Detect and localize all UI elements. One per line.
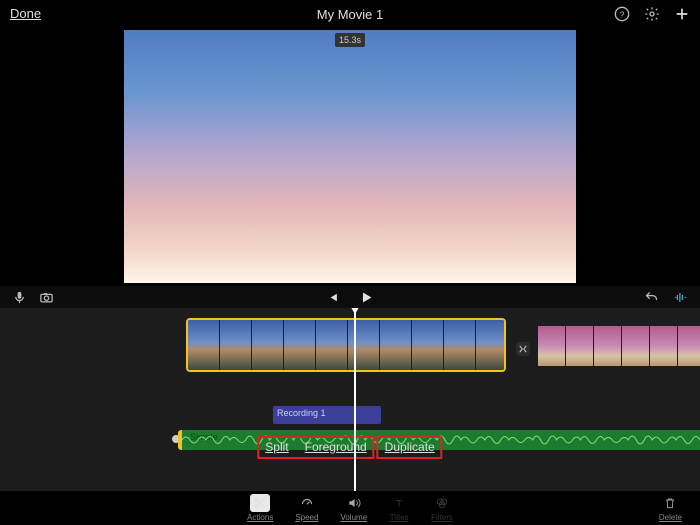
clip-thumb bbox=[412, 320, 444, 370]
transition-button[interactable] bbox=[516, 342, 530, 356]
timeline[interactable]: Recording 1 Simple Split Foreground Dupl… bbox=[0, 308, 700, 491]
done-button[interactable]: Done bbox=[10, 6, 41, 21]
clip-thumb bbox=[476, 320, 506, 370]
add-icon[interactable] bbox=[674, 6, 690, 22]
titles-label: Titles bbox=[390, 513, 409, 522]
camera-icon[interactable] bbox=[39, 290, 54, 305]
header: Done My Movie 1 ? bbox=[0, 0, 700, 28]
action-group-2: Duplicate bbox=[377, 436, 443, 459]
clip-thumb bbox=[444, 320, 476, 370]
clip-thumb bbox=[316, 320, 348, 370]
action-group-1: Split Foreground bbox=[257, 436, 374, 459]
video-preview[interactable] bbox=[124, 30, 576, 283]
clip-thumb bbox=[678, 326, 700, 366]
clip-thumb bbox=[252, 320, 284, 370]
svg-text:?: ? bbox=[620, 9, 625, 19]
undo-icon[interactable] bbox=[644, 290, 659, 305]
duplicate-action[interactable]: Duplicate bbox=[385, 440, 435, 454]
volume-button[interactable]: Volume bbox=[340, 494, 367, 522]
foreground-action[interactable]: Foreground bbox=[305, 440, 367, 454]
bottom-toolbar: Actions Speed Volume T Titles Filters De… bbox=[0, 491, 700, 525]
imovie-editor: Done My Movie 1 ? 15.3s bbox=[0, 0, 700, 525]
video-clip-2[interactable] bbox=[538, 326, 700, 366]
delete-button[interactable]: Delete bbox=[659, 494, 682, 522]
svg-text:T: T bbox=[396, 499, 402, 509]
settings-icon[interactable] bbox=[644, 6, 660, 22]
speed-button[interactable]: Speed bbox=[295, 494, 318, 522]
video-clip-1[interactable] bbox=[186, 318, 506, 372]
audio-waveform-icon[interactable] bbox=[673, 290, 688, 305]
timecode-badge: 15.3s bbox=[335, 33, 365, 47]
titles-button[interactable]: T Titles bbox=[389, 494, 409, 522]
preview-area: 15.3s bbox=[0, 28, 700, 286]
split-action[interactable]: Split bbox=[265, 440, 288, 454]
project-title: My Movie 1 bbox=[130, 7, 570, 22]
clip-thumb bbox=[380, 320, 412, 370]
actions-label: Actions bbox=[247, 513, 273, 522]
clip-thumb bbox=[188, 320, 220, 370]
volume-label: Volume bbox=[340, 513, 367, 522]
speedometer-icon bbox=[300, 496, 314, 510]
transport-bar bbox=[0, 286, 700, 308]
delete-label: Delete bbox=[659, 513, 682, 522]
clip-thumb bbox=[566, 326, 594, 366]
trash-icon bbox=[663, 496, 677, 510]
filters-label: Filters bbox=[431, 513, 453, 522]
titles-icon: T bbox=[392, 496, 406, 510]
rewind-icon[interactable] bbox=[325, 290, 340, 305]
clip-thumb bbox=[622, 326, 650, 366]
microphone-icon[interactable] bbox=[12, 290, 27, 305]
volume-icon bbox=[347, 496, 361, 510]
recording-clip[interactable]: Recording 1 bbox=[273, 406, 381, 424]
clip-thumb bbox=[348, 320, 380, 370]
clip-thumb bbox=[220, 320, 252, 370]
clip-thumb bbox=[650, 326, 678, 366]
actions-button[interactable]: Actions bbox=[247, 494, 273, 522]
filters-button[interactable]: Filters bbox=[431, 494, 453, 522]
clip-thumb bbox=[538, 326, 566, 366]
filters-icon bbox=[435, 496, 449, 510]
clip-thumb bbox=[594, 326, 622, 366]
playhead[interactable] bbox=[354, 308, 356, 491]
speed-label: Speed bbox=[295, 513, 318, 522]
play-icon[interactable] bbox=[358, 289, 375, 306]
clip-action-menu: Split Foreground Duplicate bbox=[257, 436, 442, 459]
clip-thumb bbox=[284, 320, 316, 370]
help-icon[interactable]: ? bbox=[614, 6, 630, 22]
scissors-icon bbox=[253, 496, 267, 510]
